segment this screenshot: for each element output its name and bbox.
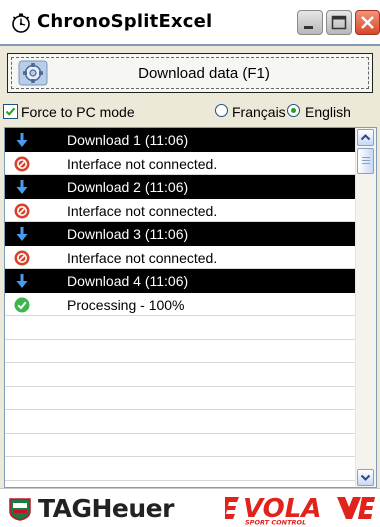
download-log-list[interactable]: Download 1 (11:06) Interface not connect… xyxy=(4,127,377,488)
minimize-button[interactable] xyxy=(297,10,323,35)
list-item[interactable]: Interface not connected. xyxy=(5,152,356,175)
list-item[interactable]: Download 4 (11:06) xyxy=(5,269,356,293)
window-title: ChronoSplitExcel xyxy=(37,11,213,32)
download-data-label: Download data (F1) xyxy=(138,65,270,82)
scroll-thumb[interactable] xyxy=(357,148,374,174)
empty-row xyxy=(5,340,356,363)
tag-heuer-wordmark: TAGHeuer xyxy=(38,494,174,523)
error-icon xyxy=(14,203,30,218)
list-item[interactable]: Interface not connected. xyxy=(5,246,356,269)
footer-logos: TAGHeuer VOLA SPORT CONTROL xyxy=(0,488,380,527)
radio-francais-label[interactable]: Français xyxy=(232,104,286,120)
options-row: Force to PC mode Français English xyxy=(0,100,380,126)
list-item-text: Download 1 (11:06) xyxy=(67,132,189,148)
force-pc-checkbox[interactable] xyxy=(3,104,18,119)
radio-francais[interactable] xyxy=(215,104,228,117)
download-arrow-icon xyxy=(16,274,28,288)
radio-english-label[interactable]: English xyxy=(305,104,351,120)
force-pc-label[interactable]: Force to PC mode xyxy=(21,104,135,120)
download-arrow-icon xyxy=(16,180,28,194)
close-button[interactable] xyxy=(355,10,380,35)
radio-english[interactable] xyxy=(287,104,300,117)
download-data-button[interactable]: Download data (F1) xyxy=(7,53,373,93)
empty-row xyxy=(5,387,356,410)
success-check-icon xyxy=(14,297,30,312)
log-rows: Download 1 (11:06) Interface not connect… xyxy=(5,128,356,481)
vola-logo: VOLA SPORT CONTROL xyxy=(225,494,375,526)
list-item-text: Download 4 (11:06) xyxy=(67,273,189,289)
vertical-scrollbar[interactable] xyxy=(355,128,376,487)
empty-row xyxy=(5,457,356,481)
download-arrow-icon xyxy=(16,227,28,241)
empty-row xyxy=(5,410,356,434)
list-item[interactable]: Processing - 100% xyxy=(5,293,356,316)
scroll-down-button[interactable] xyxy=(357,469,374,486)
scroll-up-button[interactable] xyxy=(357,129,374,146)
error-icon xyxy=(14,156,30,171)
list-item-text: Download 3 (11:06) xyxy=(67,226,189,242)
download-arrow-icon xyxy=(16,133,28,147)
list-item-text: Processing - 100% xyxy=(67,296,185,313)
minimize-icon xyxy=(304,26,313,29)
list-item-text: Download 2 (11:06) xyxy=(67,179,189,195)
list-item[interactable]: Download 3 (11:06) xyxy=(5,222,356,246)
error-icon xyxy=(14,250,30,265)
list-item[interactable]: Download 2 (11:06) xyxy=(5,175,356,199)
chevron-down-icon xyxy=(360,474,371,481)
maximize-button[interactable] xyxy=(326,10,352,35)
chevron-up-icon xyxy=(360,134,371,141)
list-item-text: Interface not connected. xyxy=(67,202,218,219)
close-icon xyxy=(361,16,374,29)
svg-text:SPORT CONTROL: SPORT CONTROL xyxy=(245,519,306,526)
list-item-text: Interface not connected. xyxy=(67,249,218,266)
maximize-icon xyxy=(331,15,347,30)
empty-row xyxy=(5,434,356,457)
app-window: ChronoSplitExcel Download data (F1) Forc… xyxy=(0,0,380,527)
list-item[interactable]: Interface not connected. xyxy=(5,199,356,222)
empty-row xyxy=(5,316,356,340)
tag-heuer-shield-icon xyxy=(9,498,31,521)
stopwatch-icon xyxy=(12,13,30,33)
checkmark-icon xyxy=(5,107,16,116)
radio-selected-dot xyxy=(291,108,296,113)
title-bar[interactable]: ChronoSplitExcel xyxy=(0,0,380,46)
list-item-text: Interface not connected. xyxy=(67,155,218,172)
empty-row xyxy=(5,363,356,387)
list-item[interactable]: Download 1 (11:06) xyxy=(5,128,356,152)
